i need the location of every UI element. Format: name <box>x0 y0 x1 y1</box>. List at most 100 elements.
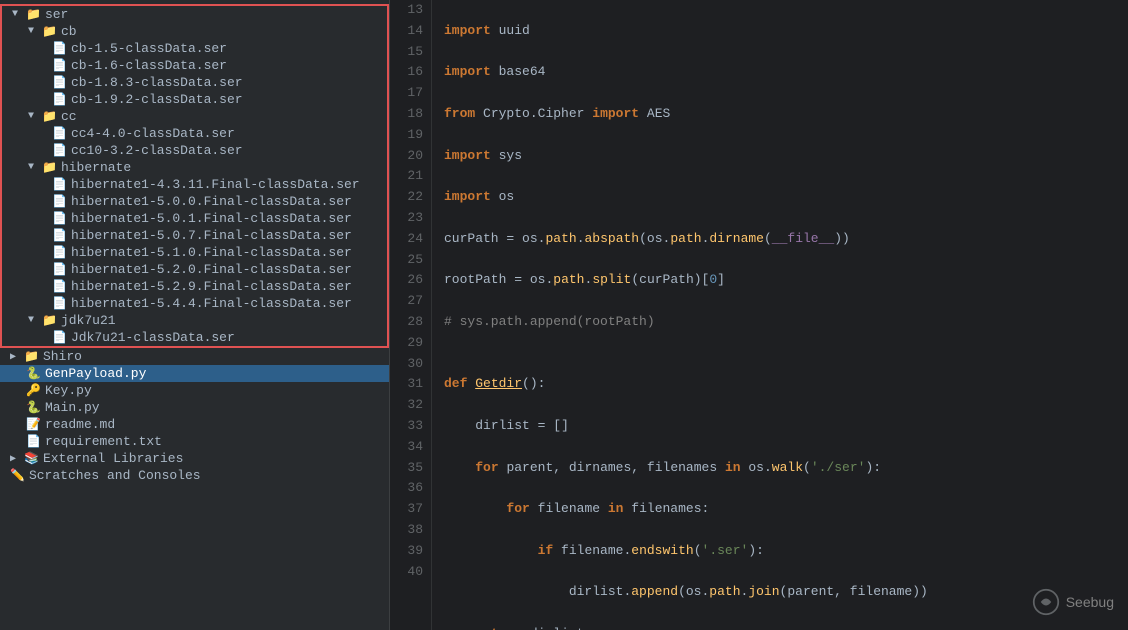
file-icon: 📄 <box>52 262 67 277</box>
file-icon: 📄 <box>52 245 67 260</box>
cb-arrow <box>28 26 40 37</box>
seebug-text: Seebug <box>1066 594 1114 610</box>
code-editor-panel: 13 14 15 16 17 18 19 20 21 22 23 24 25 2… <box>390 0 1128 630</box>
file-label: hibernate1-5.0.1.Final-classData.ser <box>71 211 352 226</box>
file-label: cb-1.8.3-classData.ser <box>71 75 243 90</box>
folder-icon-cc: 📁 <box>42 109 57 124</box>
tree-item-jdk7u21-ser[interactable]: 📄 Jdk7u21-classData.ser <box>2 329 387 346</box>
shiro-label: Shiro <box>43 349 82 364</box>
tree-item-ser[interactable]: 📁 ser <box>2 6 387 23</box>
file-icon: 📄 <box>52 143 67 158</box>
line-numbers: 13 14 15 16 17 18 19 20 21 22 23 24 25 2… <box>390 0 432 630</box>
folder-icon-hibernate: 📁 <box>42 160 57 175</box>
jdk7u21-label: jdk7u21 <box>61 313 116 328</box>
file-icon-requirement: 📄 <box>26 434 41 449</box>
file-icon-extlibs: 📚 <box>24 451 39 466</box>
file-label: Main.py <box>45 400 100 415</box>
tree-item-hib6[interactable]: 📄 hibernate1-5.2.0.Final-classData.ser <box>2 261 387 278</box>
tree-item-cc[interactable]: 📁 cc <box>2 108 387 125</box>
hibernate-arrow <box>28 162 40 173</box>
file-label: hibernate1-5.1.0.Final-classData.ser <box>71 245 352 260</box>
tree-item-cb-1.5[interactable]: 📄 cb-1.5-classData.ser <box>2 40 387 57</box>
file-label: hibernate1-5.4.4.Final-classData.ser <box>71 296 352 311</box>
seebug-watermark: Seebug <box>1032 588 1114 616</box>
hibernate-label: hibernate <box>61 160 131 175</box>
external-libs-label: External Libraries <box>43 451 183 466</box>
file-label: hibernate1-5.0.0.Final-classData.ser <box>71 194 352 209</box>
seebug-logo-icon <box>1032 588 1060 616</box>
tree-item-genpayload[interactable]: 🐍 GenPayload.py <box>0 365 389 382</box>
tree-item-cb[interactable]: 📁 cb <box>2 23 387 40</box>
tree-item-cb-1.9.2[interactable]: 📄 cb-1.9.2-classData.ser <box>2 91 387 108</box>
ser-label: ser <box>45 7 68 22</box>
file-icon: 📄 <box>52 126 67 141</box>
file-icon: 📄 <box>52 330 67 345</box>
file-label: GenPayload.py <box>45 366 146 381</box>
file-label: readme.md <box>45 417 115 432</box>
file-icon-key: 🔑 <box>26 383 41 398</box>
file-icon: 📄 <box>52 41 67 56</box>
file-icon-py: 🐍 <box>26 366 41 381</box>
file-label: hibernate1-4.3.11.Final-classData.ser <box>71 177 360 192</box>
ser-highlight-box: 📁 ser 📁 cb 📄 cb-1.5-classData.ser 📄 cb-1… <box>0 4 389 348</box>
tree-item-requirement[interactable]: 📄 requirement.txt <box>0 433 389 450</box>
file-icon: 📄 <box>52 194 67 209</box>
tree-item-hib8[interactable]: 📄 hibernate1-5.4.4.Final-classData.ser <box>2 295 387 312</box>
file-label: cb-1.9.2-classData.ser <box>71 92 243 107</box>
file-icon: 📄 <box>52 296 67 311</box>
tree-item-hibernate[interactable]: 📁 hibernate <box>2 159 387 176</box>
tree-item-hib4[interactable]: 📄 hibernate1-5.0.7.Final-classData.ser <box>2 227 387 244</box>
tree-item-hib3[interactable]: 📄 hibernate1-5.0.1.Final-classData.ser <box>2 210 387 227</box>
tree-item-main[interactable]: 🐍 Main.py <box>0 399 389 416</box>
file-label: hibernate1-5.0.7.Final-classData.ser <box>71 228 352 243</box>
file-icon: 📄 <box>52 211 67 226</box>
folder-icon-jdk7u21: 📁 <box>42 313 57 328</box>
code-area[interactable]: 13 14 15 16 17 18 19 20 21 22 23 24 25 2… <box>390 0 1128 630</box>
file-icon-main: 🐍 <box>26 400 41 415</box>
tree-item-hib2[interactable]: 📄 hibernate1-5.0.0.Final-classData.ser <box>2 193 387 210</box>
tree-item-readme[interactable]: 📝 readme.md <box>0 416 389 433</box>
file-icon: 📄 <box>52 279 67 294</box>
folder-icon-cb: 📁 <box>42 24 57 39</box>
cc-arrow <box>28 111 40 122</box>
tree-item-external-libs[interactable]: 📚 External Libraries <box>0 450 389 467</box>
tree-item-key[interactable]: 🔑 Key.py <box>0 382 389 399</box>
file-label: Jdk7u21-classData.ser <box>71 330 235 345</box>
tree-item-cb-1.6[interactable]: 📄 cb-1.6-classData.ser <box>2 57 387 74</box>
file-tree: 📁 ser 📁 cb 📄 cb-1.5-classData.ser 📄 cb-1… <box>0 0 389 630</box>
tree-item-hib7[interactable]: 📄 hibernate1-5.2.9.Final-classData.ser <box>2 278 387 295</box>
file-icon: 📄 <box>52 228 67 243</box>
file-icon-scratches: ✏️ <box>10 468 25 483</box>
file-label: requirement.txt <box>45 434 162 449</box>
right-panel: 13 14 15 16 17 18 19 20 21 22 23 24 25 2… <box>390 0 1128 630</box>
tree-item-jdk7u21[interactable]: 📁 jdk7u21 <box>2 312 387 329</box>
ser-arrow <box>12 9 24 20</box>
file-label: Key.py <box>45 383 92 398</box>
file-label: cb-1.5-classData.ser <box>71 41 227 56</box>
tree-item-scratches[interactable]: ✏️ Scratches and Consoles <box>0 467 389 484</box>
tree-item-cc10[interactable]: 📄 cc10-3.2-classData.ser <box>2 142 387 159</box>
code-content: import uuid import base64 from Crypto.Ci… <box>432 0 1128 630</box>
file-icon: 📄 <box>52 177 67 192</box>
file-tree-panel: 📁 ser 📁 cb 📄 cb-1.5-classData.ser 📄 cb-1… <box>0 0 390 630</box>
file-label: hibernate1-5.2.0.Final-classData.ser <box>71 262 352 277</box>
tree-item-hib5[interactable]: 📄 hibernate1-5.1.0.Final-classData.ser <box>2 244 387 261</box>
folder-icon-shiro: 📁 <box>24 349 39 364</box>
file-icon: 📄 <box>52 92 67 107</box>
file-label: cc4-4.0-classData.ser <box>71 126 235 141</box>
cb-label: cb <box>61 24 77 39</box>
file-label: cc10-3.2-classData.ser <box>71 143 243 158</box>
file-icon: 📄 <box>52 75 67 90</box>
cc-label: cc <box>61 109 77 124</box>
jdk7u21-arrow <box>28 315 40 326</box>
file-icon: 📄 <box>52 58 67 73</box>
file-label: cb-1.6-classData.ser <box>71 58 227 73</box>
tree-item-shiro[interactable]: 📁 Shiro <box>0 348 389 365</box>
shiro-arrow <box>10 351 22 363</box>
tree-item-cb-1.8.3[interactable]: 📄 cb-1.8.3-classData.ser <box>2 74 387 91</box>
tree-item-cc4[interactable]: 📄 cc4-4.0-classData.ser <box>2 125 387 142</box>
file-label: hibernate1-5.2.9.Final-classData.ser <box>71 279 352 294</box>
tree-item-hib1[interactable]: 📄 hibernate1-4.3.11.Final-classData.ser <box>2 176 387 193</box>
file-icon-readme: 📝 <box>26 417 41 432</box>
folder-icon-ser: 📁 <box>26 7 41 22</box>
